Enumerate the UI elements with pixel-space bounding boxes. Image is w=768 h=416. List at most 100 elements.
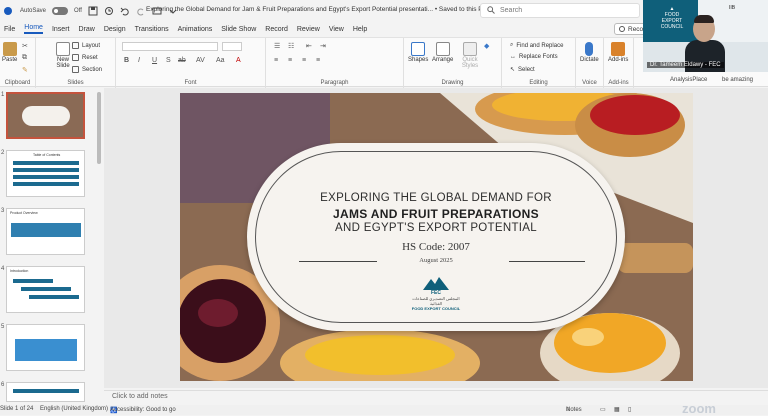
webcam-logo-text: FOOD EXPORT COUNCIL [660,12,684,30]
tab-draw[interactable]: Draw [78,26,94,33]
align-right-icon[interactable]: ≡ [302,57,306,64]
quick-styles-button[interactable]: Quick Styles [458,42,482,69]
microphone-icon [585,42,594,56]
find-replace-button[interactable]: ⌕ Find and Replace [510,42,563,49]
reset-button[interactable]: Reset [72,54,98,61]
justify-icon[interactable]: ≡ [316,57,320,64]
tab-insert[interactable]: Insert [52,26,70,33]
reading-view-icon[interactable]: ▯ [628,406,631,413]
shapes-button[interactable]: Shapes [408,42,428,63]
section-button[interactable]: Section [72,66,102,73]
autosave-state: Off [74,8,82,14]
app-logo-icon [4,7,12,15]
align-center-icon[interactable]: ≡ [288,57,292,64]
paste-button[interactable]: Paste [2,42,17,63]
slide-thumbnail-4[interactable]: Introduction [6,266,85,313]
status-bar: Slide 1 of 24 English (United Kingdom) ♿… [0,401,768,416]
thumbnail-bar [13,175,79,179]
thumbnail-title: Introduction [10,269,29,273]
quick-styles-icon [463,42,477,56]
autosave-label: AutoSave [20,8,47,14]
strikethrough-button[interactable]: ab [178,57,186,64]
tab-animations[interactable]: Animations [178,26,213,33]
slide-thumbnail-5[interactable] [6,324,85,371]
tab-record[interactable]: Record [265,26,288,33]
addins-group: Add-ins Add-ins [604,38,634,88]
select-label: Select [518,66,535,73]
thumbnails-scrollbar[interactable] [97,92,101,164]
align-left-icon[interactable]: ≡ [274,57,278,64]
thumbnail-bar [13,161,79,165]
shadow-button[interactable]: S [166,57,171,64]
layout-button[interactable]: Layout [72,42,100,49]
replace-fonts-button[interactable]: ↔ Replace Fonts [510,54,558,60]
italic-button[interactable]: I [138,57,140,64]
section-label: Section [82,66,103,73]
slide-sorter-icon[interactable]: ▦ [614,406,620,413]
arrange-button[interactable]: Arrange [432,42,453,63]
shape-fill-icon[interactable]: ◆ [484,42,489,50]
tab-view[interactable]: View [329,26,344,33]
participant-name: Dr. Tameem Eldawy - FEC [647,62,724,68]
tab-help[interactable]: Help [353,26,367,33]
bold-button[interactable]: B [124,57,129,64]
decrease-indent-icon[interactable]: ⇤ [306,42,312,50]
normal-view-icon[interactable]: ▭ [600,406,606,413]
thumbnail-bar [13,168,79,172]
paste-label: Paste [2,57,18,63]
slide-counter: Slide 1 of 24 [0,406,34,412]
drawing-group: Shapes Arrange Quick Styles ◆ Drawing [404,38,502,88]
new-slide-button[interactable]: New Slide [52,42,74,69]
slide-1[interactable]: EXPLORING THE GLOBAL DEMAND FOR JAMS AND… [180,93,693,381]
thumbnail-number: 5 [1,324,5,330]
paste-icon [2,42,17,56]
tab-design[interactable]: Design [104,26,126,33]
copy-icon[interactable]: ⧉ [22,54,27,62]
slides-group: New Slide Layout Reset Section Slides [36,38,116,88]
notes-placeholder: Click to add notes [112,393,168,400]
dictate-button[interactable]: Dictate [580,42,599,63]
fec-slide-logo: FEC المجلس التصديري للصناعات الغذائية FO… [406,275,466,315]
tab-slide-show[interactable]: Slide Show [221,26,256,33]
tab-file[interactable]: File [4,26,15,33]
slides-group-label: Slides [67,80,84,86]
save-icon[interactable] [88,6,98,16]
increase-indent-icon[interactable]: ⇥ [320,42,326,50]
addins-button[interactable]: Add-ins [608,42,628,63]
arrange-icon [435,42,450,56]
autosave-toggle[interactable] [52,7,69,15]
tab-transitions[interactable]: Transitions [135,26,169,33]
slide-title-line-3: AND EGYPT'S EXPORT POTENTIAL [335,222,537,234]
slide-thumbnail-6[interactable] [6,382,85,402]
font-name-box[interactable] [122,42,218,51]
select-icon: ↖ [510,67,516,73]
bullets-icon[interactable]: ☰ [274,42,280,50]
undo-icon[interactable] [120,6,130,16]
language-indicator[interactable]: English (United Kingdom) [40,406,108,412]
history-icon[interactable] [104,6,114,16]
change-case-button[interactable]: Aa [216,57,225,64]
thumbnail-box [11,223,81,237]
numbering-icon[interactable]: ☷ [288,42,294,50]
addins-icon [611,42,626,56]
slide-thumbnail-3[interactable]: Product Overview [6,208,85,255]
clipboard-group: Paste ✂ ⧉ ✎ Clipboard [0,38,36,88]
search-input[interactable]: Search [480,3,640,18]
cut-icon[interactable]: ✂ [22,42,28,50]
format-painter-icon[interactable]: ✎ [22,66,28,74]
notes-pane[interactable]: Click to add notes [104,390,768,404]
redo-icon[interactable] [136,6,146,16]
char-spacing-button[interactable]: AV [196,57,205,64]
tab-home[interactable]: Home [24,24,43,34]
new-slide-icon [56,42,70,56]
font-size-box[interactable] [222,42,242,51]
slide-thumbnail-2[interactable]: Table of Contents [6,150,85,197]
thumbnail-bar [13,182,79,186]
font-color-button[interactable]: A [236,57,241,64]
paragraph-group: ☰ ☷ ⇤ ⇥ ≡ ≡ ≡ ≡ Paragraph [266,38,404,88]
select-button[interactable]: ↖ Select [510,66,535,74]
underline-button[interactable]: U [152,57,157,64]
tab-review[interactable]: Review [297,26,320,33]
slide-thumbnail-1[interactable] [6,92,85,139]
document-name: Exploring the Global Demand for Jam & Fr… [146,6,434,13]
